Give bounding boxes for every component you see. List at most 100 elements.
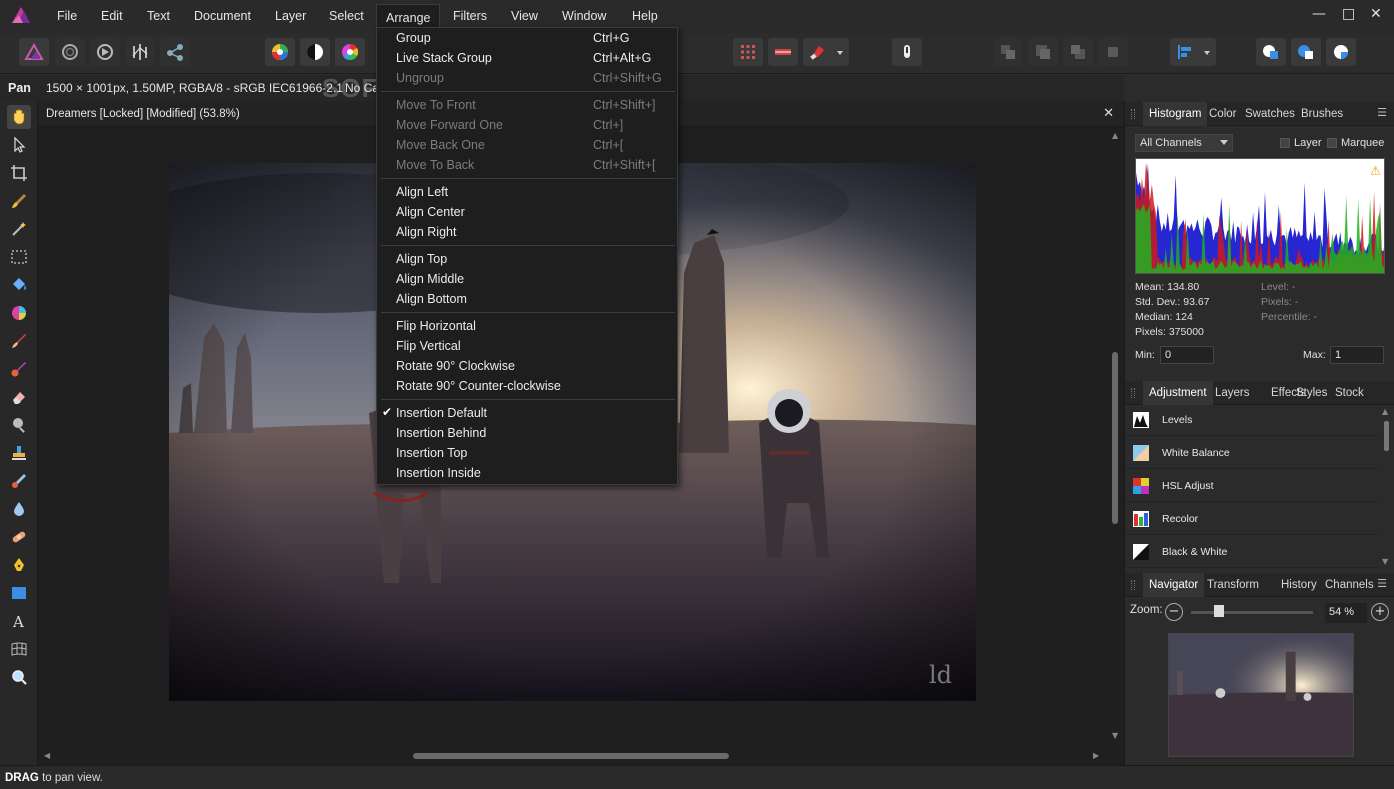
scroll-down-arrow[interactable]: ▼ xyxy=(1382,557,1388,566)
menu-filters[interactable]: Filters xyxy=(453,9,487,23)
inpainting-tool[interactable] xyxy=(7,525,31,549)
tab-transform[interactable]: Transform xyxy=(1207,579,1259,591)
hsl-quick-button[interactable] xyxy=(335,38,365,66)
blur-tool[interactable] xyxy=(7,497,31,521)
move-tool[interactable] xyxy=(7,133,31,157)
boolean-add-button[interactable] xyxy=(1256,38,1286,66)
menu-item-move-to-back[interactable]: Move To Back Ctrl+Shift+[ xyxy=(377,155,677,175)
export-persona-button[interactable] xyxy=(160,38,190,66)
adjustment-item-recolor[interactable]: Recolor xyxy=(1125,503,1379,535)
menu-item-insertion-top[interactable]: Insertion Top xyxy=(377,443,677,463)
menu-item-move-forward-one[interactable]: Move Forward One Ctrl+] xyxy=(377,115,677,135)
menu-document[interactable]: Document xyxy=(194,9,251,23)
liquify-persona-button[interactable] xyxy=(55,38,85,66)
zoom-value-field[interactable]: 54 % xyxy=(1325,603,1367,623)
rectangle-tool[interactable] xyxy=(7,581,31,605)
menu-item-align-right[interactable]: Align Right xyxy=(377,222,677,242)
max-input[interactable]: 1 xyxy=(1330,346,1384,364)
scroll-down-arrow[interactable]: ▼ xyxy=(1112,731,1118,740)
tab-color[interactable]: Color xyxy=(1209,108,1236,120)
arrange-front-button[interactable] xyxy=(993,38,1023,66)
scroll-up-arrow[interactable]: ▲ xyxy=(1112,131,1118,140)
scroll-up-arrow[interactable]: ▲ xyxy=(1382,407,1388,416)
view-tool[interactable] xyxy=(7,105,31,129)
zoom-slider-thumb[interactable] xyxy=(1213,605,1224,617)
arrange-to-back-button[interactable] xyxy=(1098,38,1128,66)
flood-select-tool[interactable] xyxy=(7,217,31,241)
menu-file[interactable]: File xyxy=(57,9,77,23)
layer-checkbox[interactable] xyxy=(1280,138,1290,148)
snapping-button[interactable] xyxy=(803,38,849,66)
tab-adjustment[interactable]: Adjustment xyxy=(1143,381,1213,405)
adjustment-item-white-balance[interactable]: White Balance xyxy=(1125,437,1379,469)
menu-item-align-bottom[interactable]: Align Bottom xyxy=(377,289,677,309)
vertical-scrollbar[interactable]: ▲ ▼ xyxy=(1108,127,1124,747)
menu-item-ungroup[interactable]: Ungroup Ctrl+Shift+G xyxy=(377,68,677,88)
scroll-right-arrow[interactable]: ▶ xyxy=(1093,751,1099,760)
menu-item-move-back-one[interactable]: Move Back One Ctrl+[ xyxy=(377,135,677,155)
snapping-guides-button[interactable] xyxy=(768,38,798,66)
boolean-subtract-button[interactable] xyxy=(1291,38,1321,66)
grid-button[interactable] xyxy=(733,38,763,66)
boolean-intersect-button[interactable] xyxy=(1326,38,1356,66)
healing-brush-tool[interactable] xyxy=(7,469,31,493)
minimize-button[interactable]: — xyxy=(1312,6,1326,22)
clone-tool[interactable] xyxy=(7,441,31,465)
dodge-tool[interactable] xyxy=(7,413,31,437)
tab-swatches[interactable]: Swatches xyxy=(1245,108,1295,120)
arrange-forward-button[interactable] xyxy=(1028,38,1058,66)
zoom-out-button[interactable]: − xyxy=(1165,603,1183,621)
menu-select[interactable]: Select xyxy=(329,9,364,23)
tone-mapping-persona-button[interactable] xyxy=(125,38,155,66)
menu-item-rotate-90-counter-clockwise[interactable]: Rotate 90° Counter-clockwise xyxy=(377,376,677,396)
zoom-in-button[interactable]: + xyxy=(1371,603,1389,621)
menu-item-align-middle[interactable]: Align Middle xyxy=(377,269,677,289)
horizontal-scroll-thumb[interactable] xyxy=(413,753,729,759)
tab-brushes[interactable]: Brushes xyxy=(1301,108,1343,120)
menu-item-insertion-inside[interactable]: Insertion Inside xyxy=(377,463,677,483)
tab-styles[interactable]: Styles xyxy=(1296,387,1327,399)
maximize-button[interactable]: □ xyxy=(1342,6,1355,22)
text-tool[interactable]: A xyxy=(7,609,31,633)
tab-stock[interactable]: Stock xyxy=(1335,387,1364,399)
menu-item-flip-horizontal[interactable]: Flip Horizontal xyxy=(377,316,677,336)
scroll-left-arrow[interactable]: ◀ xyxy=(44,751,50,760)
menu-item-align-left[interactable]: Align Left xyxy=(377,182,677,202)
menu-item-flip-vertical[interactable]: Flip Vertical xyxy=(377,336,677,356)
pen-tool[interactable] xyxy=(7,553,31,577)
panel-grip[interactable] xyxy=(1131,388,1135,398)
develop-persona-button[interactable] xyxy=(90,38,120,66)
menu-window[interactable]: Window xyxy=(562,9,606,23)
tab-history[interactable]: History xyxy=(1281,579,1317,591)
crop-tool[interactable] xyxy=(7,161,31,185)
selection-brush-tool[interactable] xyxy=(7,189,31,213)
panel-menu-icon[interactable]: ☰ xyxy=(1377,577,1387,590)
color-picker-tool[interactable] xyxy=(7,301,31,325)
color-replace-tool[interactable] xyxy=(7,357,31,381)
bw-quick-button[interactable] xyxy=(300,38,330,66)
mesh-warp-tool[interactable] xyxy=(7,637,31,661)
menu-item-rotate-90-clockwise[interactable]: Rotate 90° Clockwise xyxy=(377,356,677,376)
tab-histogram[interactable]: Histogram xyxy=(1143,102,1208,126)
erase-tool[interactable] xyxy=(7,385,31,409)
tab-navigator[interactable]: Navigator xyxy=(1143,573,1205,597)
adjustment-item-levels[interactable]: Levels xyxy=(1125,404,1379,436)
menu-view[interactable]: View xyxy=(511,9,538,23)
menu-text[interactable]: Text xyxy=(147,9,170,23)
tab-layers[interactable]: Layers xyxy=(1215,387,1250,399)
close-document-button[interactable]: ✕ xyxy=(1103,106,1114,121)
levels-quick-button[interactable] xyxy=(265,38,295,66)
assistant-button[interactable] xyxy=(892,38,922,66)
vertical-scroll-thumb[interactable] xyxy=(1112,352,1118,524)
adjustment-item-black-white[interactable]: Black & White xyxy=(1125,536,1379,568)
menu-item-insertion-default[interactable]: ✔ Insertion Default xyxy=(377,403,677,423)
marquee-checkbox[interactable] xyxy=(1327,138,1337,148)
menu-item-align-center[interactable]: Align Center xyxy=(377,202,677,222)
zoom-slider-track[interactable] xyxy=(1191,611,1313,614)
channel-select[interactable]: All Channels xyxy=(1135,134,1233,152)
menu-edit[interactable]: Edit xyxy=(101,9,123,23)
menu-item-move-to-front[interactable]: Move To Front Ctrl+Shift+] xyxy=(377,95,677,115)
adjustment-scrollbar[interactable]: ▲ ▼ xyxy=(1381,407,1391,567)
photo-persona-button[interactable] xyxy=(19,38,49,66)
panel-grip[interactable] xyxy=(1131,109,1135,119)
